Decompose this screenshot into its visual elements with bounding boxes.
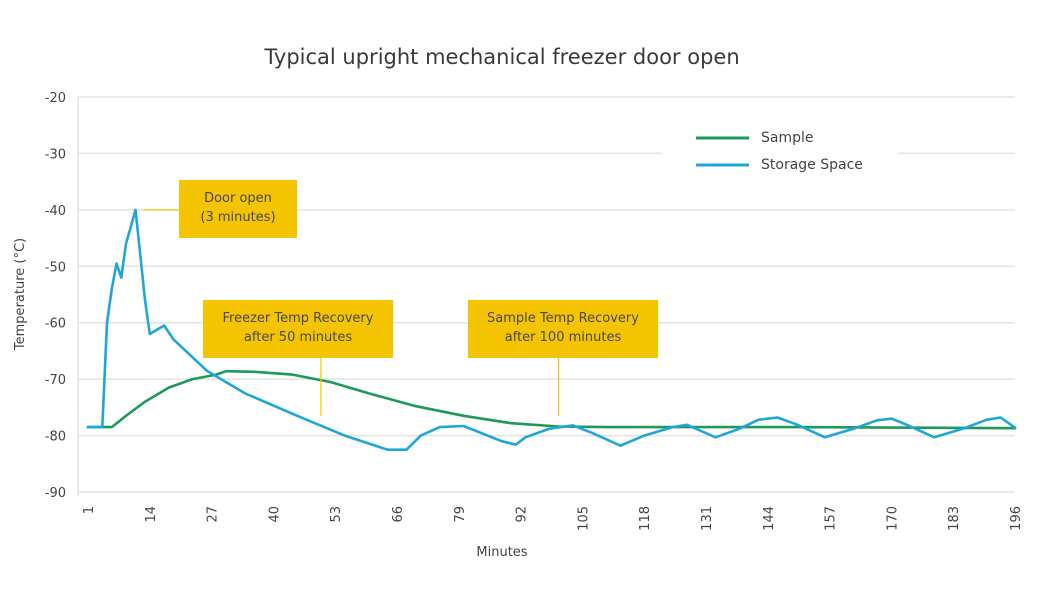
x-axis-label: Minutes: [476, 545, 527, 560]
legend-label-storage-space: Storage Space: [761, 157, 863, 173]
x-tick-label: 27: [206, 506, 221, 523]
x-tick-label: 79: [453, 506, 468, 523]
y-tick-label: -20: [45, 91, 66, 106]
annotation-text: Freezer Temp Recovery: [223, 311, 374, 326]
x-tick-label: 92: [515, 506, 530, 523]
annotation-box: [179, 180, 297, 238]
x-tick-label: 40: [267, 506, 282, 523]
annotation-text: after 50 minutes: [244, 330, 352, 345]
y-tick-label: -80: [45, 430, 66, 445]
x-tick-label: 144: [762, 506, 777, 531]
x-tick-label: 1: [82, 506, 97, 514]
x-tick-label: 157: [824, 506, 839, 531]
annotation-text: (3 minutes): [200, 210, 275, 225]
y-tick-label: -60: [45, 317, 66, 332]
x-axis-ticks: 1 14 27 40 53 66 79 92 105 118 131 144 157 170 183 196: [82, 506, 1024, 531]
y-axis-ticks: -20 -30 -40 -50 -60 -70 -80 -90: [45, 91, 66, 501]
annotation-text: after 100 minutes: [505, 330, 622, 345]
annotation-text: Sample Temp Recovery: [487, 311, 639, 326]
annotation-text: Door open: [204, 191, 272, 206]
y-tick-label: -90: [45, 486, 66, 501]
chart: Typical upright mechanical freezer door …: [13, 45, 1024, 560]
chart-title: Typical upright mechanical freezer door …: [263, 45, 739, 69]
x-tick-label: 105: [576, 506, 591, 531]
y-tick-label: -30: [45, 147, 66, 162]
legend-label-sample: Sample: [761, 130, 814, 146]
legend: Sample Storage Space: [662, 122, 898, 184]
x-tick-label: 118: [638, 506, 653, 531]
annotation-box: [203, 300, 393, 358]
annotation-box: [468, 300, 658, 358]
x-tick-label: 53: [329, 506, 344, 523]
x-tick-label: 196: [1009, 506, 1024, 531]
y-tick-label: -70: [45, 373, 66, 388]
x-tick-label: 14: [144, 506, 159, 523]
x-tick-label: 66: [391, 506, 406, 523]
y-tick-label: -40: [45, 204, 66, 219]
x-tick-label: 170: [885, 506, 900, 531]
x-tick-label: 183: [947, 506, 962, 531]
y-axis-label: Temperature (°C): [13, 238, 28, 351]
y-tick-label: -50: [45, 260, 66, 275]
x-tick-label: 131: [700, 506, 715, 531]
